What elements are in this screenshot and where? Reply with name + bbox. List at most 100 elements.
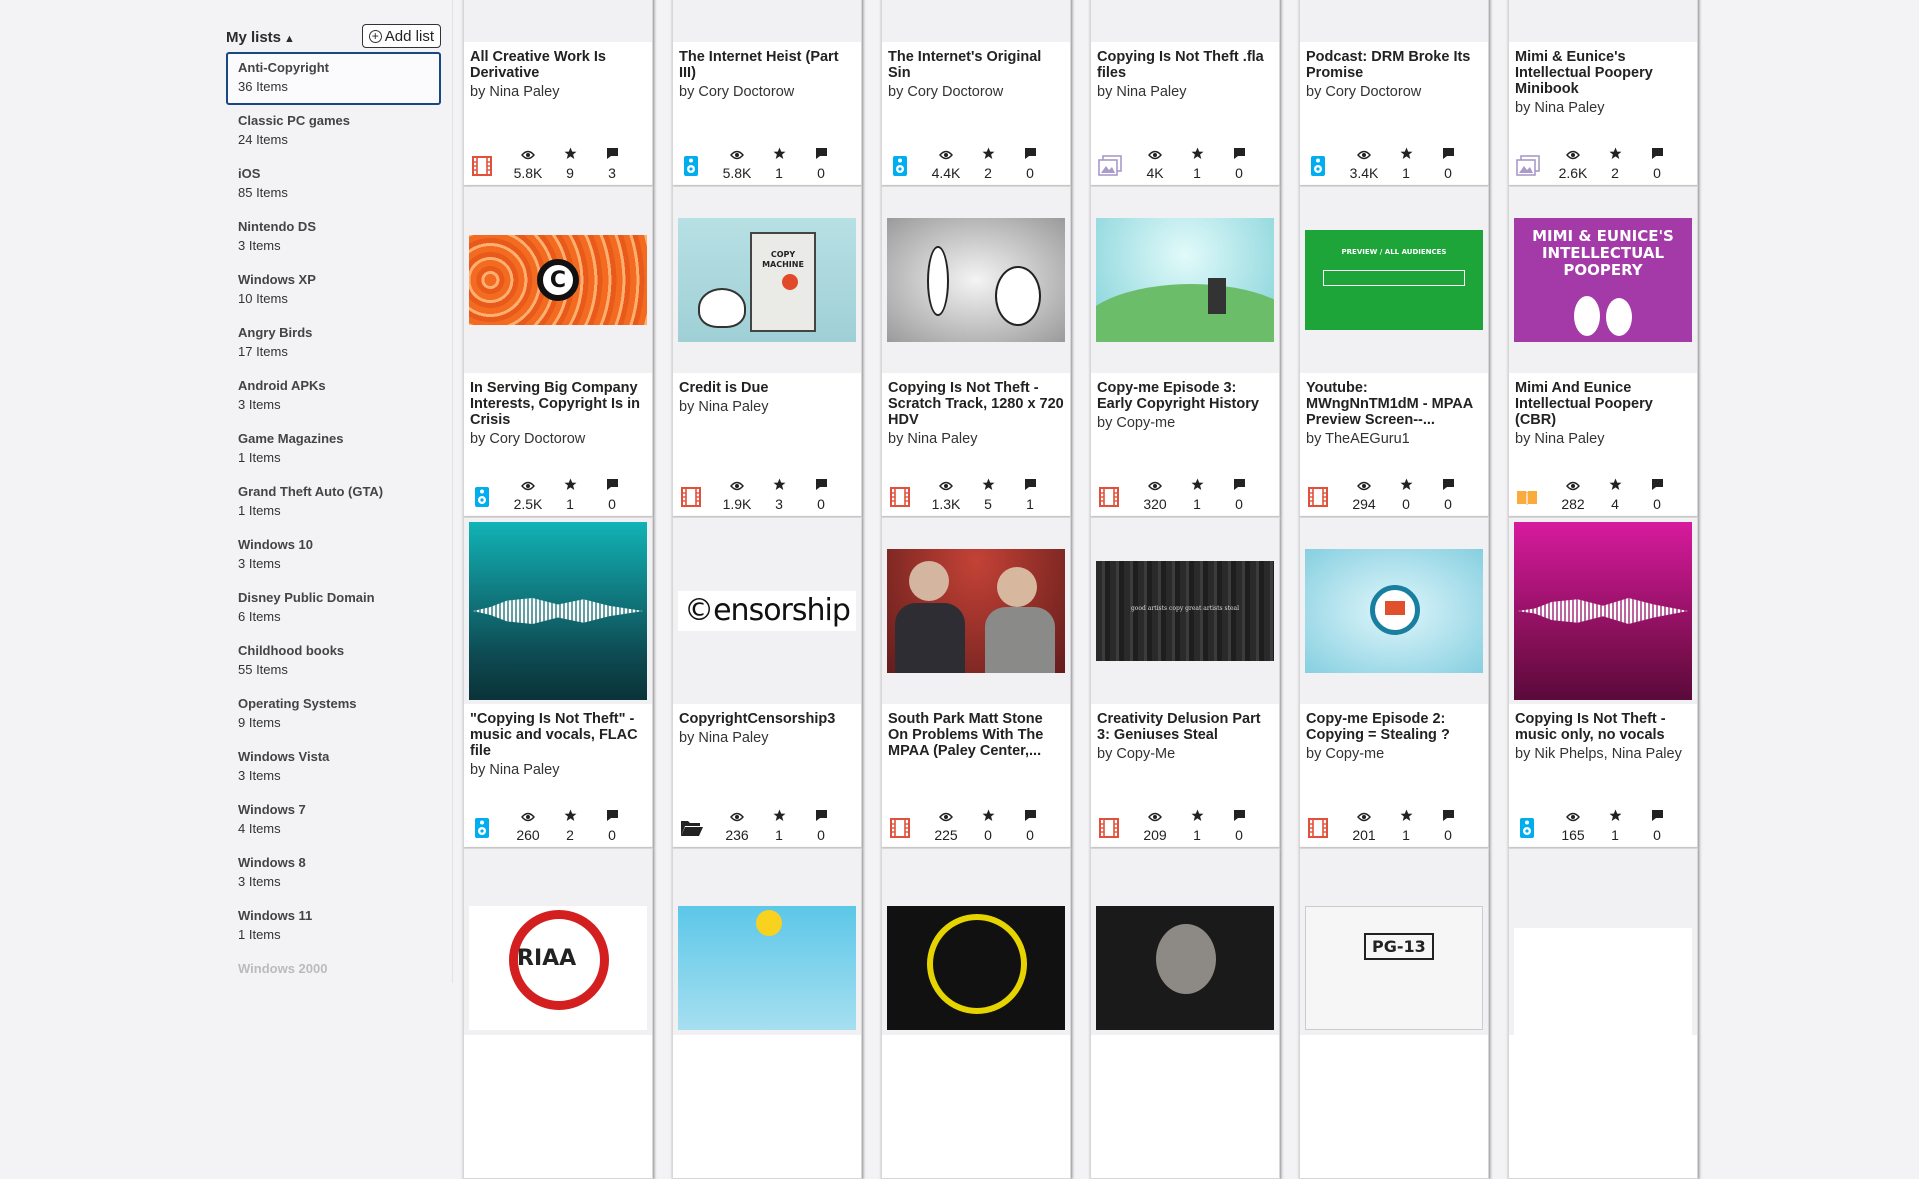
item-title[interactable]: Mimi & Eunice's Intellectual Poopery Min…	[1515, 49, 1693, 97]
item-title[interactable]: Copying Is Not Theft - Scratch Track, 12…	[888, 380, 1066, 428]
movies-icon[interactable]	[1098, 817, 1120, 839]
list-item[interactable]: Windows XP 10 Items	[226, 264, 441, 317]
audio-icon[interactable]	[471, 817, 493, 839]
item-thumbnail[interactable]: C	[464, 187, 652, 373]
audio-icon[interactable]	[1307, 155, 1329, 177]
add-list-button[interactable]: + Add list	[361, 24, 441, 48]
item-title[interactable]: The Internet Heist (Part III)	[679, 49, 857, 81]
movies-icon[interactable]	[889, 486, 911, 508]
audio-icon[interactable]	[471, 486, 493, 508]
item-tile[interactable]: good artists copy great artists steal Cre…	[1090, 517, 1280, 848]
item-thumbnail[interactable]	[673, 849, 861, 1035]
audio-icon[interactable]	[889, 155, 911, 177]
list-item[interactable]: Nintendo DS 3 Items	[226, 211, 441, 264]
movies-icon[interactable]	[471, 155, 493, 177]
list-item[interactable]: Windows 11 1 Items	[226, 900, 441, 953]
item-tile[interactable]: STEAL THE FUTURE The Internet Heist (Part…	[672, 0, 862, 186]
item-title[interactable]: Copy-me Episode 2: Copying = Stealing ?	[1306, 711, 1484, 743]
item-thumbnail[interactable]	[1509, 518, 1697, 704]
list-item[interactable]: Windows 8 3 Items	[226, 847, 441, 900]
item-title[interactable]: CopyrightCensorship3	[679, 711, 857, 727]
item-thumbnail[interactable]: RIAA	[464, 849, 652, 1035]
image-icon[interactable]	[1098, 155, 1122, 177]
item-title[interactable]: Copy-me Episode 3: Early Copyright Histo…	[1097, 380, 1275, 412]
movies-icon[interactable]	[1307, 817, 1329, 839]
movies-icon[interactable]	[1307, 486, 1329, 508]
item-tile[interactable]: COPY MACHINE Credit is Due by Nina Paley 1.…	[672, 186, 862, 517]
item-tile[interactable]: All Creative Work Is Derivative by Nina P…	[463, 0, 653, 186]
item-thumbnail[interactable]	[1091, 187, 1279, 373]
image-icon[interactable]	[1516, 155, 1540, 177]
item-tile[interactable]	[1090, 848, 1280, 1179]
item-title[interactable]: Creativity Delusion Part 3: Geniuses Ste…	[1097, 711, 1275, 743]
audio-icon[interactable]	[680, 155, 702, 177]
item-tile[interactable]: PG-13	[1299, 848, 1489, 1179]
item-tile[interactable]: Copying Is Not Theft - Scratch Track, 12…	[881, 186, 1071, 517]
movies-icon[interactable]	[680, 486, 702, 508]
my-lists-toggle[interactable]: My lists ▲	[226, 29, 295, 46]
item-title[interactable]: The Internet's Original Sin	[888, 49, 1066, 81]
item-tile[interactable]: Copying Is Not Theft - music only, no vo…	[1508, 517, 1698, 848]
item-title[interactable]: Mimi And Eunice Intellectual Poopery (CB…	[1515, 380, 1693, 428]
item-tile[interactable]: "Copying Is Not Theft" - music and vocal…	[463, 517, 653, 848]
item-tile[interactable]: ©ensorship CopyrightCensorship3 by Nina Pa…	[672, 517, 862, 848]
item-thumbnail[interactable]	[1509, 849, 1697, 1035]
item-thumbnail[interactable]	[882, 0, 1070, 42]
item-tile[interactable]	[881, 848, 1071, 1179]
movies-icon[interactable]	[889, 817, 911, 839]
item-tile[interactable]: Copy-me Episode 2: Copying = Stealing ? b…	[1299, 517, 1489, 848]
item-title[interactable]: In Serving Big Company Interests, Copyri…	[470, 380, 648, 428]
list-item[interactable]: Angry Birds 17 Items	[226, 317, 441, 370]
item-title[interactable]: Copying Is Not Theft .fla files	[1097, 49, 1275, 81]
list-item[interactable]: Grand Theft Auto (GTA) 1 Items	[226, 476, 441, 529]
item-tile[interactable]: MIMI & EUNICE'S INTELLECTUAL POOPERY Mimi…	[1508, 186, 1698, 517]
item-thumbnail[interactable]: ©ensorship	[673, 518, 861, 704]
item-thumbnail[interactable]	[1300, 518, 1488, 704]
item-tile[interactable]: Podcast: DRM Broke Its Promise by Cory Do…	[1299, 0, 1489, 186]
item-thumbnail[interactable]: STEAL THE FUTURE	[673, 0, 861, 42]
item-thumbnail[interactable]: good artists copy great artists steal	[1091, 518, 1279, 704]
list-item[interactable]: Windows 2000	[226, 953, 441, 1006]
list-item[interactable]: iOS 85 Items	[226, 158, 441, 211]
item-thumbnail[interactable]	[1091, 849, 1279, 1035]
list-item[interactable]: Android APKs 3 Items	[226, 370, 441, 423]
item-thumbnail[interactable]	[882, 849, 1070, 1035]
item-thumbnail[interactable]	[1509, 0, 1697, 42]
item-tile[interactable]: RIAA	[463, 848, 653, 1179]
item-tile[interactable]: Mimi & Eunice's Intellectual Poopery Min…	[1508, 0, 1698, 186]
item-tile[interactable]: Copy-me Episode 3: Early Copyright Histo…	[1090, 186, 1280, 517]
item-tile[interactable]: ✿ Copying Is Not Theft .fla files by Nina …	[1090, 0, 1280, 186]
item-thumbnail[interactable]: PREVIEW / ALL AUDIENCES	[1300, 187, 1488, 373]
item-title[interactable]: Copying Is Not Theft - music only, no vo…	[1515, 711, 1693, 743]
item-thumbnail[interactable]: MIMI & EUNICE'S INTELLECTUAL POOPERY	[1509, 187, 1697, 373]
item-thumbnail[interactable]: PG-13	[1300, 849, 1488, 1035]
list-item[interactable]: Windows Vista 3 Items	[226, 741, 441, 794]
list-item[interactable]: Windows 10 3 Items	[226, 529, 441, 582]
list-item[interactable]: Classic PC games 24 Items	[226, 105, 441, 158]
item-thumbnail[interactable]	[882, 518, 1070, 704]
item-thumbnail[interactable]	[464, 0, 652, 42]
item-title[interactable]: South Park Matt Stone On Problems With T…	[888, 711, 1066, 759]
texts-icon[interactable]	[1516, 486, 1538, 508]
item-title[interactable]: All Creative Work Is Derivative	[470, 49, 648, 81]
item-thumbnail[interactable]	[882, 187, 1070, 373]
item-thumbnail[interactable]	[1300, 0, 1488, 42]
item-tile[interactable]: PREVIEW / ALL AUDIENCES Youtube: MWngNnTM…	[1299, 186, 1489, 517]
list-item[interactable]: Windows 7 4 Items	[226, 794, 441, 847]
item-title[interactable]: "Copying Is Not Theft" - music and vocal…	[470, 711, 648, 759]
list-item[interactable]: Game Magazines 1 Items	[226, 423, 441, 476]
list-item[interactable]: Anti-Copyright 36 Items	[226, 52, 441, 105]
movies-icon[interactable]	[1098, 486, 1120, 508]
item-tile[interactable]: C In Serving Big Company Interests, Copyr…	[463, 186, 653, 517]
item-tile[interactable]	[672, 848, 862, 1179]
list-item[interactable]: Childhood books 55 Items	[226, 635, 441, 688]
item-title[interactable]: Credit is Due	[679, 380, 857, 396]
item-tile[interactable]: South Park Matt Stone On Problems With T…	[881, 517, 1071, 848]
list-item[interactable]: Operating Systems 9 Items	[226, 688, 441, 741]
item-title[interactable]: Podcast: DRM Broke Its Promise	[1306, 49, 1484, 81]
collection-icon[interactable]	[680, 817, 703, 839]
item-tile[interactable]	[1508, 848, 1698, 1179]
item-title[interactable]: Youtube: MWngNnTM1dM - MPAA Preview Scre…	[1306, 380, 1484, 428]
item-thumbnail[interactable]: COPY MACHINE	[673, 187, 861, 373]
item-thumbnail[interactable]: ✿	[1091, 0, 1279, 42]
